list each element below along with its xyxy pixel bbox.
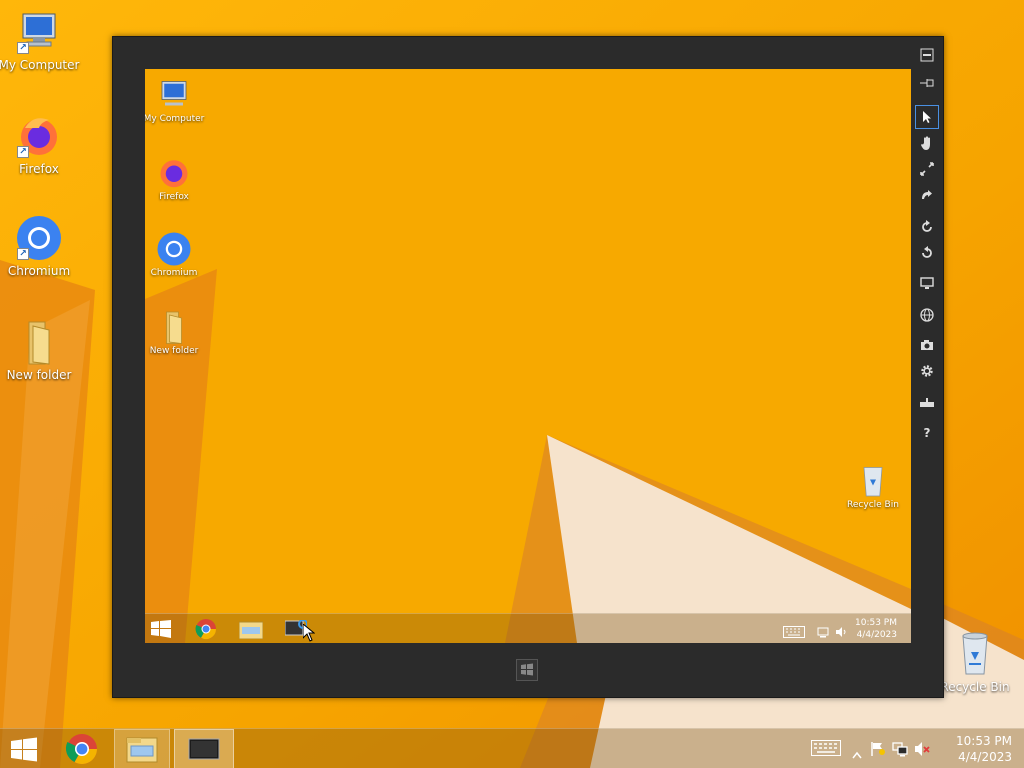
remote-wallpaper [145, 69, 911, 643]
desktop-icon-chromium[interactable]: ↗ Chromium [0, 214, 81, 278]
network-icon[interactable] [817, 623, 829, 642]
remote-icon-label: Firefox [159, 192, 189, 202]
pointer-icon[interactable] [915, 105, 939, 129]
help-icon[interactable]: ? [915, 421, 939, 445]
keyboard-toggle-icon[interactable] [915, 391, 939, 415]
taskbar-clock[interactable]: 10:53 PM 4/4/2023 [956, 733, 1012, 765]
file-explorer-icon [126, 737, 158, 763]
start-button[interactable] [0, 729, 48, 768]
pin-icon[interactable] [915, 71, 939, 95]
taskbar: 10:53 PM 4/4/2023 [0, 728, 1024, 768]
remote-clock-time: 10:53 PM [855, 618, 897, 628]
desktop-icon-label: Recycle Bin [940, 680, 1010, 694]
taskbar-chrome-button[interactable] [58, 729, 106, 768]
volume-icon[interactable] [835, 623, 847, 642]
windows-logo-icon [521, 663, 533, 676]
remote-viewer-icon [188, 738, 220, 760]
mouse-pointer-icon [302, 622, 316, 643]
my-computer-icon [156, 77, 192, 113]
remote-desktop-icon-chromium[interactable]: Chromium [145, 231, 206, 278]
remote-taskbar: 10:53 PM 4/4/2023 [145, 613, 911, 643]
rotate-icon[interactable] [915, 241, 939, 265]
remote-viewer-window[interactable]: My Computer Firefox Chromium New folder … [112, 36, 944, 698]
scale-icon[interactable] [915, 157, 939, 181]
desktop-icon-firefox[interactable]: ↗ Firefox [0, 112, 81, 176]
file-explorer-icon[interactable] [238, 619, 264, 643]
remote-icon-label: Recycle Bin [847, 500, 899, 510]
chromium-icon [156, 231, 192, 267]
keyboard-icon[interactable] [811, 740, 841, 760]
minimize-icon[interactable] [915, 43, 939, 67]
remote-desktop-screen[interactable]: My Computer Firefox Chromium New folder … [145, 69, 911, 643]
network-icon[interactable] [892, 741, 908, 761]
remote-clock-date: 4/4/2023 [856, 630, 897, 640]
chrome-icon [65, 734, 97, 765]
taskbar-remote-viewer-button[interactable] [174, 729, 234, 768]
desktop-icon-label: New folder [6, 368, 72, 382]
remote-icon-label: Chromium [150, 268, 198, 278]
firefox-icon [156, 155, 192, 191]
remote-icon-label: My Computer [145, 114, 205, 124]
refresh-icon[interactable] [915, 215, 939, 239]
settings-gear-icon[interactable] [915, 359, 939, 383]
send-windows-key-button[interactable] [516, 659, 538, 681]
recycle-bin-icon [951, 630, 999, 678]
camera-icon[interactable] [915, 333, 939, 357]
remote-desktop-icon-recycle-bin[interactable]: Recycle Bin [841, 463, 905, 510]
desktop-icon-recycle-bin[interactable]: Recycle Bin [933, 630, 1017, 694]
clock-date: 4/4/2023 [958, 750, 1012, 764]
desktop-icon-new-folder[interactable]: New folder [0, 318, 81, 382]
globe-icon[interactable] [915, 303, 939, 327]
chromium-icon: ↗ [15, 214, 63, 262]
remote-desktop-icon-my-computer[interactable]: My Computer [145, 77, 206, 124]
desktop-icon-label: My Computer [0, 58, 80, 72]
windows-start-icon[interactable] [151, 620, 171, 642]
volume-muted-icon[interactable] [914, 741, 930, 761]
show-hidden-icons-icon[interactable] [852, 744, 862, 763]
windows-start-icon [11, 737, 37, 762]
folder-icon [156, 309, 192, 345]
monitor-icon[interactable] [915, 271, 939, 295]
recycle-bin-icon [855, 463, 891, 499]
taskbar-file-explorer-button[interactable] [114, 729, 170, 768]
action-center-flag-icon[interactable] [870, 741, 886, 761]
remote-desktop-icon-firefox[interactable]: Firefox [145, 155, 206, 202]
my-computer-icon: ↗ [15, 8, 63, 56]
desktop-icon-label: Chromium [7, 264, 71, 278]
hand-icon[interactable] [915, 131, 939, 155]
folder-icon [15, 318, 63, 366]
curve-arrow-icon[interactable] [915, 183, 939, 207]
clock-time: 10:53 PM [956, 734, 1012, 748]
remote-icon-label: New folder [149, 346, 199, 356]
desktop-icon-my-computer[interactable]: ↗ My Computer [0, 8, 81, 72]
keyboard-icon[interactable] [783, 623, 805, 642]
remote-clock[interactable]: 10:53 PM 4/4/2023 [855, 617, 897, 641]
chrome-icon[interactable] [195, 618, 217, 643]
firefox-icon: ↗ [15, 112, 63, 160]
remote-desktop-icon-new-folder[interactable]: New folder [145, 309, 206, 356]
desktop-icon-label: Firefox [19, 162, 59, 176]
system-tray: 10:53 PM 4/4/2023 [794, 729, 1024, 768]
